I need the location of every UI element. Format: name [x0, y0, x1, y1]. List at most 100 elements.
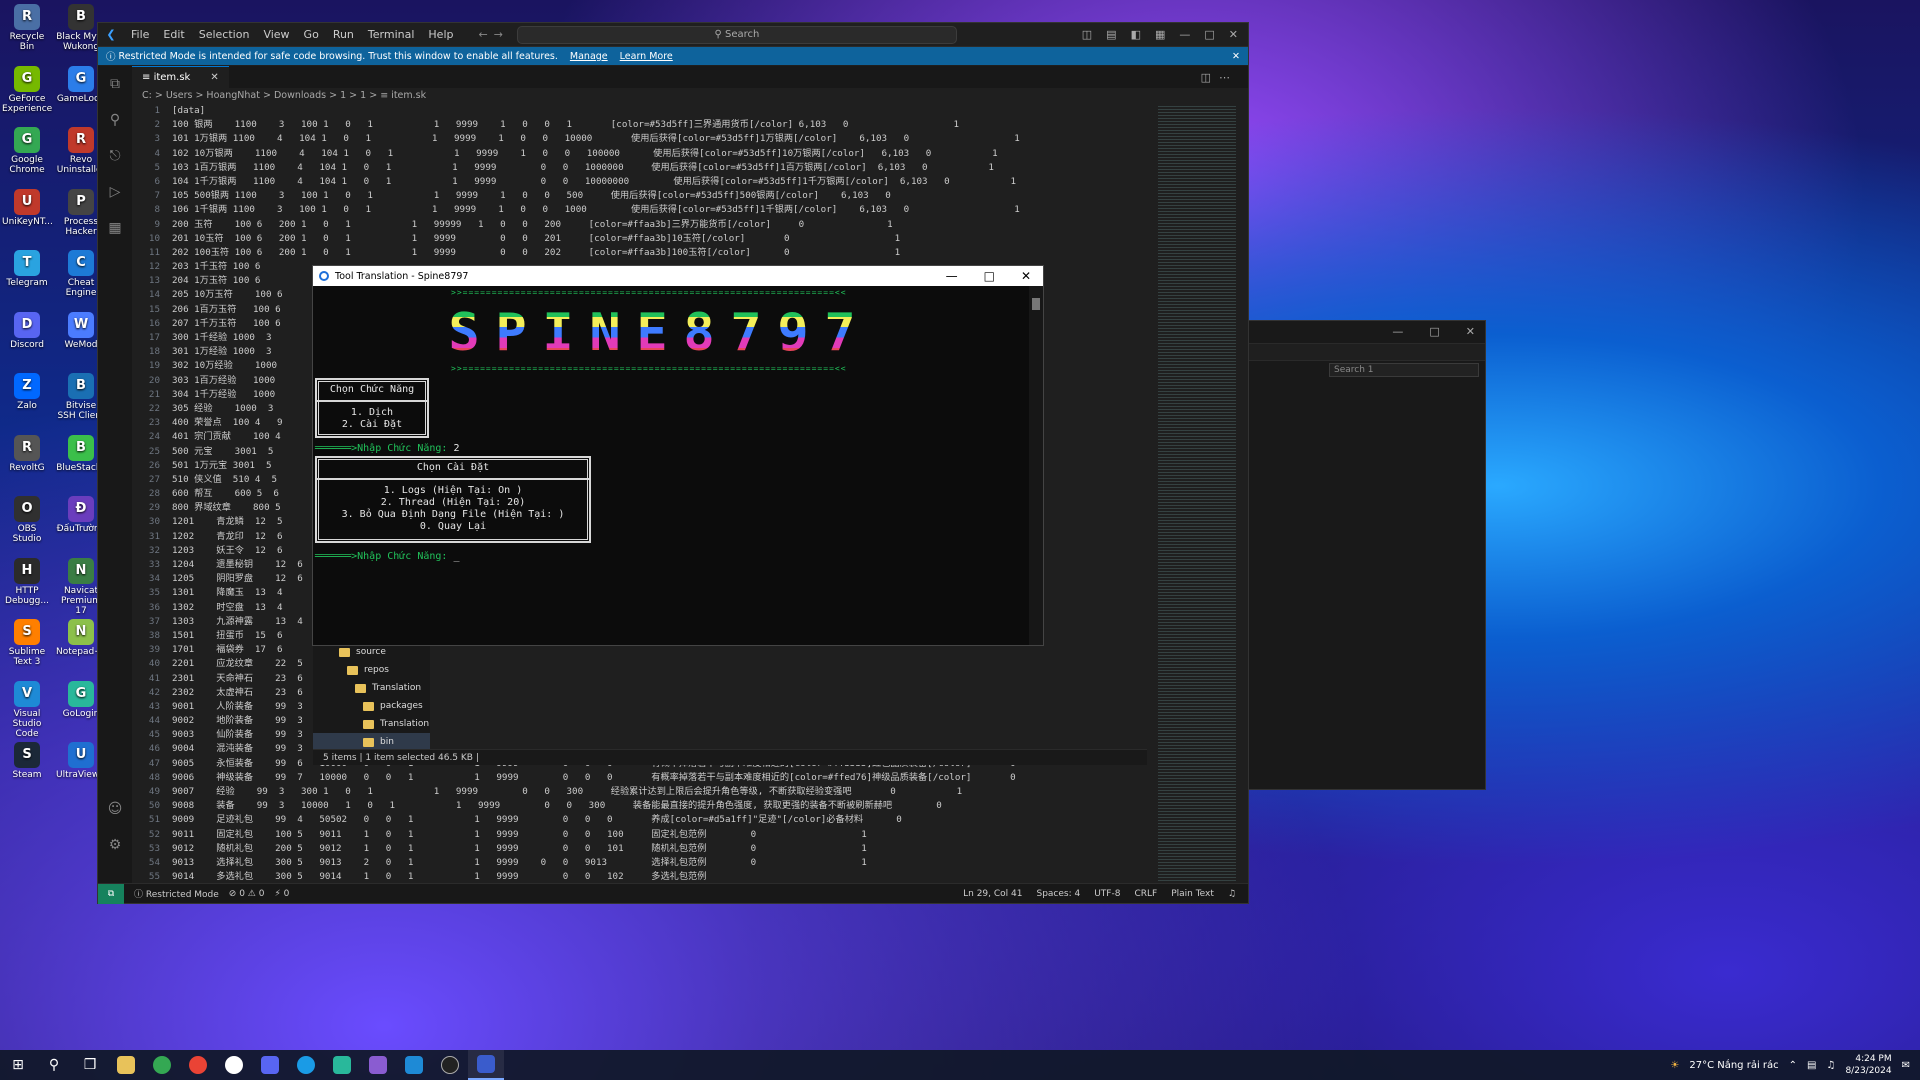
terminal-taskbar-icon[interactable]	[468, 1050, 504, 1080]
chrome-taskbar-icon[interactable]	[144, 1050, 180, 1080]
desktop-icon[interactable]: G Google Chrome	[2, 127, 52, 175]
desktop-icon[interactable]: G GeForce Experience	[2, 65, 52, 114]
file-explorer-taskbar-icon[interactable]	[108, 1050, 144, 1080]
close-icon[interactable]: ✕	[1466, 321, 1475, 343]
chrome-profile-taskbar-icon[interactable]	[180, 1050, 216, 1080]
line-text: 9004 混沌装备 99 3	[172, 743, 303, 755]
app-icon: N	[68, 557, 94, 584]
minimize-icon[interactable]: —	[1392, 321, 1403, 343]
task-view-icon[interactable]: ❒	[72, 1050, 108, 1080]
learn-more-link[interactable]: Learn More	[620, 51, 673, 62]
remote-icon[interactable]: ⧉	[98, 883, 124, 904]
desktop-icon[interactable]: S Sublime Text 3	[2, 619, 52, 667]
extensions-icon[interactable]: ▦	[98, 210, 132, 246]
sidebar-icon[interactable]: ◧	[1131, 28, 1141, 41]
panel-icon[interactable]: ▤	[1106, 28, 1116, 41]
desktop-icon[interactable]: Z Zalo	[2, 373, 52, 411]
menu-item[interactable]: Terminal	[368, 28, 415, 41]
run-debug-icon[interactable]: ▷	[98, 174, 132, 210]
scroll-thumb[interactable]	[1032, 298, 1040, 310]
desktop-icon[interactable]: S Steam	[2, 742, 52, 780]
desktop-icon[interactable]: U UniKeyNT...	[2, 188, 53, 227]
menu-item[interactable]: Run	[333, 28, 354, 41]
tree-item[interactable]: Translation	[313, 715, 430, 733]
close-icon[interactable]: ✕	[1229, 28, 1238, 41]
language-mode[interactable]: Plain Text	[1171, 889, 1214, 899]
start-button[interactable]: ⊞	[0, 1050, 36, 1080]
proton-taskbar-icon[interactable]	[216, 1050, 252, 1080]
console-scrollbar[interactable]	[1029, 286, 1043, 645]
desktop-icon[interactable]: R RevoltG	[2, 434, 52, 473]
cursor-position[interactable]: Ln 29, Col 41	[963, 889, 1022, 899]
problems-status[interactable]: ⊘ 0 ⚠ 0	[229, 889, 265, 899]
desktop-icon[interactable]: O OBS Studio	[2, 496, 52, 544]
account-icon[interactable]: ☺	[98, 791, 132, 827]
shield-icon: ⓘ	[106, 52, 119, 63]
tree-item[interactable]: Translation	[313, 679, 430, 697]
gologin-taskbar-icon[interactable]	[324, 1050, 360, 1080]
gear-icon[interactable]: ⚙	[98, 827, 132, 863]
chevron-up-icon[interactable]: ⌃	[1789, 1060, 1797, 1071]
manage-link[interactable]: Manage	[570, 51, 608, 62]
desktop-icon[interactable]: H HTTP Debugg...	[2, 557, 52, 606]
function-menu-list: 1. Dịch 2. Cài Đặt	[317, 402, 427, 431]
github-taskbar-icon[interactable]	[432, 1050, 468, 1080]
console-output[interactable]: >>======================================…	[313, 286, 1029, 645]
desktop-icon[interactable]: R Recycle Bin	[2, 4, 52, 52]
line-text: 103 1百万银两 1100 4 104 1 0 1 1 9999 0 0 10…	[172, 161, 994, 173]
editor-actions[interactable]: ◫⋯	[1201, 71, 1248, 84]
volume-icon[interactable]: ♫	[1826, 1060, 1835, 1071]
maximize-icon[interactable]: □	[1429, 321, 1439, 343]
bell-icon[interactable]: ♫	[1228, 889, 1236, 899]
menu-item[interactable]: Selection	[199, 28, 250, 41]
minimap[interactable]	[1158, 104, 1236, 883]
explorer-icon[interactable]: ⧉	[98, 66, 132, 102]
desktop-icon[interactable]: T Telegram	[2, 250, 52, 288]
encoding[interactable]: UTF-8	[1094, 889, 1120, 899]
tree-item[interactable]: repos	[313, 661, 430, 679]
clock[interactable]: 4:24 PM 8/23/2024	[1845, 1053, 1891, 1077]
close-icon[interactable]: ✕	[1021, 269, 1031, 283]
tab-item-sk[interactable]: ≡ item.sk ✕	[132, 66, 229, 88]
maximize-icon[interactable]: □	[984, 269, 995, 283]
close-icon[interactable]: ✕	[1232, 51, 1248, 62]
restricted-mode-status[interactable]: ⓘ Restricted Mode	[134, 887, 219, 900]
layout-icon[interactable]: ◫	[1082, 28, 1092, 41]
end-of-line[interactable]: CRLF	[1134, 889, 1157, 899]
indentation[interactable]: Spaces: 4	[1036, 889, 1080, 899]
minimize-icon[interactable]: —	[1179, 28, 1190, 41]
menu-item[interactable]: File	[131, 28, 149, 41]
menu-item[interactable]: Go	[304, 28, 319, 41]
menu-item[interactable]: Help	[428, 28, 453, 41]
desktop-icon[interactable]: D Discord	[2, 311, 52, 350]
edge-taskbar-icon[interactable]	[288, 1050, 324, 1080]
code-line: 10 201 10玉符 100 6 200 1 0 1 1 9999 0 0 20…	[132, 232, 1158, 246]
line-text: 303 1百万经验 1000	[172, 374, 276, 386]
settings-menu-box: Chọn Cài Đặt 1. Logs (Hiện Tại: On ) 2. T…	[315, 456, 591, 543]
visual-studio-taskbar-icon[interactable]	[360, 1050, 396, 1080]
desktop-icon[interactable]: V Visual Studio Code	[2, 680, 52, 739]
search-input[interactable]: Search 1	[1329, 363, 1479, 377]
discord-taskbar-icon[interactable]	[252, 1050, 288, 1080]
search-icon[interactable]: ⚲	[98, 102, 132, 138]
minimize-icon[interactable]: —	[946, 269, 958, 283]
close-tab-icon[interactable]: ✕	[210, 72, 218, 83]
notification-icon[interactable]: ✉	[1902, 1060, 1910, 1071]
line-text: 9003 仙阶装备 99 3	[172, 729, 303, 741]
command-search-input[interactable]: ⚲ Search	[516, 25, 957, 44]
source-control-icon[interactable]: ⎋	[98, 138, 132, 174]
tree-item[interactable]: packages	[313, 697, 430, 715]
menu-item[interactable]: Edit	[163, 28, 184, 41]
ports-status[interactable]: ⚡ 0	[274, 889, 289, 899]
search-icon[interactable]: ⚲	[36, 1050, 72, 1080]
maximize-icon[interactable]: □	[1204, 28, 1214, 41]
weather-text[interactable]: 27°C Nắng rải rác	[1689, 1060, 1778, 1071]
vscode-taskbar-icon[interactable]	[396, 1050, 432, 1080]
grid-icon[interactable]: ▦	[1155, 28, 1165, 41]
line-number: 32	[148, 544, 160, 556]
nav-arrows[interactable]: ←→	[478, 28, 508, 41]
status-right: Ln 29, Col 41 Spaces: 4 UTF-8 CRLF Plain…	[963, 889, 1248, 899]
menu-item[interactable]: View	[263, 28, 289, 41]
network-icon[interactable]: ▤	[1807, 1060, 1816, 1071]
breadcrumb[interactable]: C: > Users > HoangNhat > Downloads > 1 >…	[132, 88, 1248, 104]
